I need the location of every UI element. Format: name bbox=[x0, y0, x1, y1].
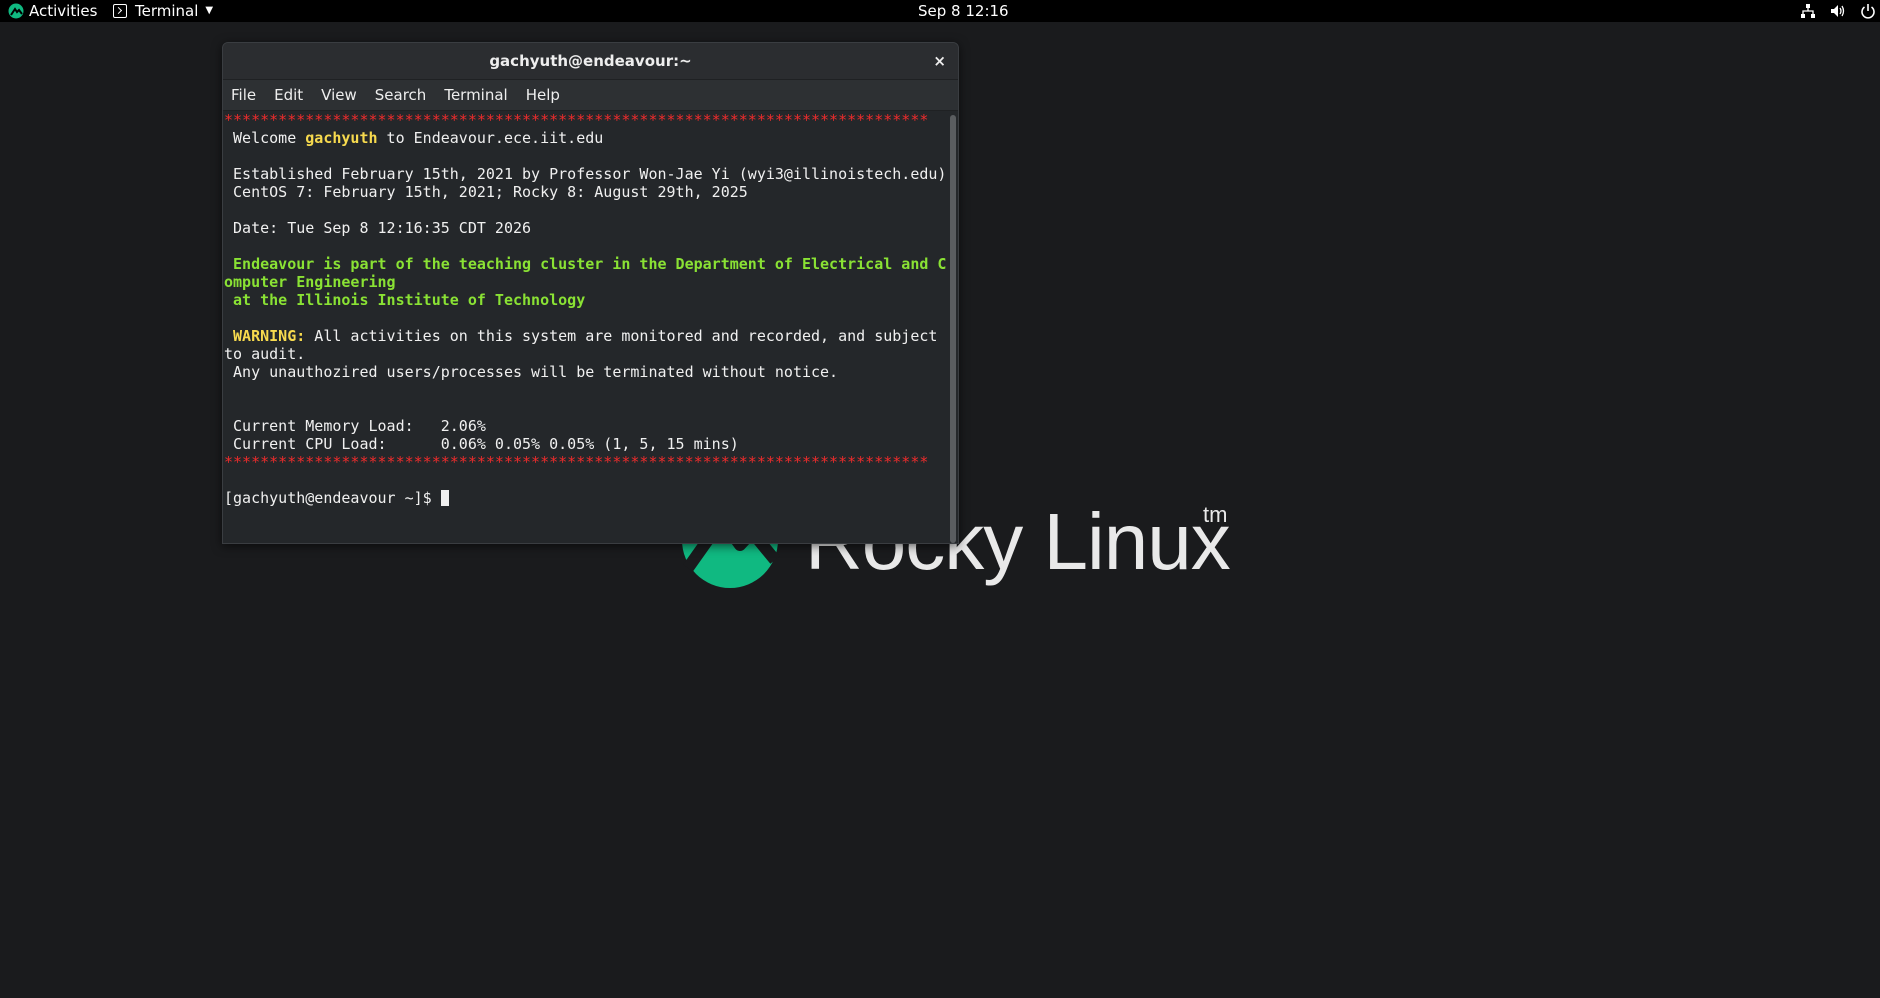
activities-label: Activities bbox=[29, 2, 98, 20]
window-title: gachyuth@endeavour:~ bbox=[489, 52, 692, 70]
terminal-window[interactable]: gachyuth@endeavour:~ × File Edit View Se… bbox=[222, 42, 959, 544]
menu-file[interactable]: File bbox=[231, 86, 256, 104]
desktop: Activities Terminal ▼ Sep 8 12:16 Rocky … bbox=[0, 0, 1880, 998]
top-bar: Activities Terminal ▼ Sep 8 12:16 bbox=[0, 0, 1880, 22]
terminal-icon bbox=[113, 4, 127, 18]
welcome-prefix: Welcome bbox=[224, 129, 306, 147]
dept-line-2: omputer Engineering bbox=[224, 273, 396, 291]
close-icon[interactable]: × bbox=[933, 43, 946, 79]
app-menu-button[interactable]: Terminal ▼ bbox=[113, 0, 213, 22]
wallpaper-tm: tm bbox=[1203, 502, 1228, 527]
menu-edit[interactable]: Edit bbox=[274, 86, 303, 104]
welcome-username: gachyuth bbox=[305, 129, 378, 147]
window-titlebar[interactable]: gachyuth@endeavour:~ × bbox=[223, 43, 958, 80]
cpu-load-line: Current CPU Load: 0.06% 0.05% 0.05% (1, … bbox=[224, 435, 739, 453]
chevron-down-icon: ▼ bbox=[205, 5, 214, 16]
terminal-output: ****************************************… bbox=[224, 111, 946, 507]
menu-view[interactable]: View bbox=[321, 86, 357, 104]
menu-help[interactable]: Help bbox=[526, 86, 560, 104]
volume-icon bbox=[1831, 5, 1845, 17]
warning-line: WARNING: All activities on this system a… bbox=[224, 327, 937, 345]
app-menu-label: Terminal bbox=[135, 2, 199, 20]
rocky-logo-icon bbox=[8, 3, 24, 19]
terminal-menubar: File Edit View Search Terminal Help bbox=[223, 80, 958, 111]
banner-bottom-border: ****************************************… bbox=[224, 453, 929, 471]
power-icon bbox=[1861, 4, 1875, 19]
memory-load-line: Current Memory Load: 2.06% bbox=[224, 417, 486, 435]
banner-top-border: ****************************************… bbox=[224, 111, 929, 129]
menu-terminal[interactable]: Terminal bbox=[444, 86, 507, 104]
warning-label: WARNING: bbox=[233, 327, 306, 345]
unauth-line: Any unauthozired users/processes will be… bbox=[224, 363, 839, 381]
network-icon bbox=[1801, 4, 1815, 18]
text-cursor bbox=[440, 490, 449, 506]
established-line: Established February 15th, 2021 by Profe… bbox=[224, 165, 947, 183]
activities-button[interactable]: Activities bbox=[8, 0, 97, 22]
date-line: Date: Tue Sep 8 12:16:35 CDT 2026 bbox=[224, 219, 532, 237]
menu-search[interactable]: Search bbox=[375, 86, 427, 104]
system-menu[interactable] bbox=[1800, 0, 1880, 22]
warning-text-1: All activities on this system are monito… bbox=[305, 327, 938, 345]
prompt-text: [gachyuth@endeavour ~]$ bbox=[224, 489, 441, 507]
welcome-line: Welcome gachyuth to Endeavour.ece.iit.ed… bbox=[224, 129, 603, 147]
dept-line-3: at the Illinois Institute of Technology bbox=[224, 291, 586, 309]
terminal-body[interactable]: ****************************************… bbox=[223, 111, 958, 543]
dept-line-1: Endeavour is part of the teaching cluste… bbox=[224, 255, 947, 273]
os-dates-line: CentOS 7: February 15th, 2021; Rocky 8: … bbox=[224, 183, 748, 201]
clock[interactable]: Sep 8 12:16 bbox=[918, 0, 1009, 22]
shell-prompt[interactable]: [gachyuth@endeavour ~]$ bbox=[224, 489, 449, 507]
terminal-scrollbar[interactable] bbox=[950, 115, 956, 543]
warning-text-2: to audit. bbox=[224, 345, 306, 363]
welcome-suffix: to Endeavour.ece.iit.edu bbox=[377, 129, 604, 147]
